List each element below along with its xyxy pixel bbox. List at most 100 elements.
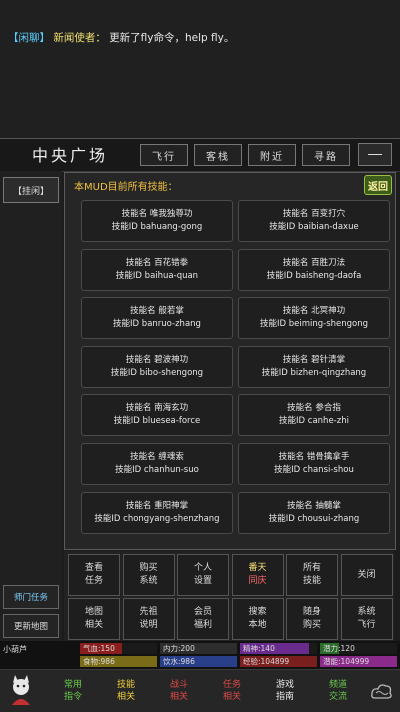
nav-sublabel: 相关 [116,692,135,702]
skill-name: 技能名 唯我独尊功 [121,209,193,219]
idle-button[interactable]: 【挂闲】 [3,177,59,203]
skill-name: 技能名 抽髓掌 [287,500,341,511]
nav-sublabel: 指令 [63,692,82,702]
status-bar-label: 内力:200 [163,644,195,653]
status-bar: 气血:150 [80,643,157,654]
skill-item[interactable]: 技能名 南海玄功 技能ID bluesea-force [81,394,233,437]
menu-button[interactable] [358,143,392,166]
command-button[interactable]: 地图 相关 [68,598,120,640]
skill-id: 技能ID beiming-shengong [259,319,369,330]
skill-name: 技能名 参合指 [287,403,341,414]
command-button[interactable]: 会员 福利 [177,598,229,640]
command-label: 会员 [193,607,212,617]
panel-title: 本MUD目前所有技能： [74,182,178,193]
skill-item[interactable]: 技能名 般若掌技能ID banruo-zhang [81,297,233,340]
skill-item[interactable]: 技能名 北冥神功技能ID beiming-shengong [238,297,390,340]
nav-button[interactable]: 战斗 相关 [158,676,200,706]
skill-name: 技能名 般若掌 [130,306,184,317]
command-label: 番天 [248,563,267,573]
nav-button[interactable]: 常用 指令 [52,676,94,706]
command-label: 地图 [84,607,103,617]
command-button[interactable]: 系统 飞行 [340,598,393,640]
skill-item[interactable]: 技能名 唯我独尊功 技能ID bahuang-gong [81,200,233,242]
status-bar: 精神:140 [240,643,317,654]
status-bar-label: 气血:150 [83,644,115,653]
skill-name: 技能名 缠魂索 [130,452,184,462]
chat-area [0,0,400,138]
command-button[interactable]: 随身 购买 [286,598,338,640]
command-button[interactable]: 查看 任务 [68,554,120,596]
skill-item[interactable]: 技能名 百花错拳 技能ID baihua-quan [81,248,233,291]
nav-button[interactable]: 频道 交流 [317,676,359,706]
skill-item[interactable]: 技能名 碧波神功 技能ID bibo-shengong [81,345,233,388]
inn-button[interactable]: 客栈 [194,144,242,166]
command-sublabel: 设置 [193,576,212,586]
refresh-map-button[interactable]: 更新地图 [3,614,59,638]
return-button[interactable]: 返回 [364,175,392,195]
status-bar: 饮水:986 [160,656,237,667]
skill-id: 技能ID canhe-zhi [279,416,349,427]
nav-button[interactable]: 技能 相关 [105,676,147,706]
skill-id: 技能ID banruo-zhang [113,319,201,330]
skill-id: 技能ID chousui-zhang [268,513,360,524]
skill-id: 技能ID chanhun-suo [115,465,199,475]
command-label: 个人 [193,563,212,573]
nav-button[interactable]: 游戏 指南 [264,676,306,706]
nav-label: 常用 [63,680,82,690]
status-bar-label: 经验:104899 [243,657,290,666]
location-title: 中央广场 [32,146,109,165]
status-bar-label: 饮水:986 [163,657,195,666]
pathfind-button[interactable]: 寻路 [302,144,350,166]
command-sublabel: 说明 [139,620,158,630]
command-sublabel: 相关 [84,620,103,630]
skill-id: 技能ID bizhen-qingzhang [261,367,367,378]
command-button[interactable]: 先祖 说明 [122,598,175,640]
skill-id: 技能ID bahuang-gong [111,222,203,232]
skill-name: 技能名 碧针清掌 [282,354,346,365]
command-button[interactable]: 购买 系统 [122,554,175,596]
skill-item[interactable]: 技能名 参合指 技能ID canhe-zhi [238,394,390,437]
skill-id: 技能ID bibo-shengong [110,367,204,378]
skill-item[interactable]: 技能名 抽髓掌技能ID chousui-zhang [238,491,390,534]
avatar[interactable] [4,673,38,707]
skill-item[interactable]: 技能名 百变打穴 技能ID baibian-daxue [238,200,390,242]
menu-icon [368,154,382,155]
chat-message-line: 【闲聊】 新闻使者： 更新了fly命令，help fly。 [8,30,234,45]
status-bar-label: 潜力:120 [323,644,355,653]
command-sublabel: 福利 [193,620,212,630]
cloud-icon[interactable] [368,678,394,704]
skill-item[interactable]: 技能名 重阳神掌技能ID chongyang-shenzhang [81,491,233,534]
command-label: 搜索 [248,607,267,617]
skill-item[interactable]: 技能名 百胜刀法 技能ID baisheng-daofa [238,248,390,291]
command-button[interactable]: 番天 同庆 [231,554,284,596]
skill-item[interactable]: 技能名 错骨擒拿手 技能ID chansi-shou [238,443,390,485]
nav-button[interactable]: 任务 相关 [211,676,253,706]
command-label: 所有 [302,563,321,573]
skill-name: 技能名 百变打穴 [282,209,346,219]
status-bar-label: 食物:986 [83,657,115,666]
command-label: 查看 [84,563,103,573]
command-sublabel: 飞行 [357,620,376,630]
fly-button[interactable]: 飞行 [140,144,188,166]
status-bar-label: 潜能:104999 [323,657,370,666]
nearby-button[interactable]: 附近 [248,144,296,166]
skill-name: 技能名 南海玄功 [125,403,189,414]
sect-task-button[interactable]: 师门任务 [3,585,59,609]
skill-name: 技能名 北冥神功 [282,306,346,317]
command-sublabel: 系统 [139,576,158,586]
nav-label: 频道 [328,680,347,690]
status-bar: 食物:986 [80,656,157,667]
chat-text: 更新了fly命令，help fly。 [109,32,235,44]
skill-id: 技能ID chongyang-shenzhang [94,513,220,524]
skill-item[interactable]: 技能名 缠魂索技能ID chanhun-suo [81,443,233,485]
command-button[interactable]: 关闭 [340,554,393,596]
nav-label: 战斗 [169,680,188,690]
status-bar: 潜能:104999 [320,656,397,667]
skill-name: 技能名 重阳神掌 [125,500,189,511]
command-button[interactable]: 搜索 本地 [231,598,284,640]
command-button[interactable]: 所有 技能 [286,554,338,596]
skill-item[interactable]: 技能名 碧针清掌技能ID bizhen-qingzhang [238,345,390,388]
command-sublabel: 本地 [248,620,267,630]
command-button[interactable]: 个人 设置 [177,554,229,596]
command-label: 系统 [357,607,376,617]
